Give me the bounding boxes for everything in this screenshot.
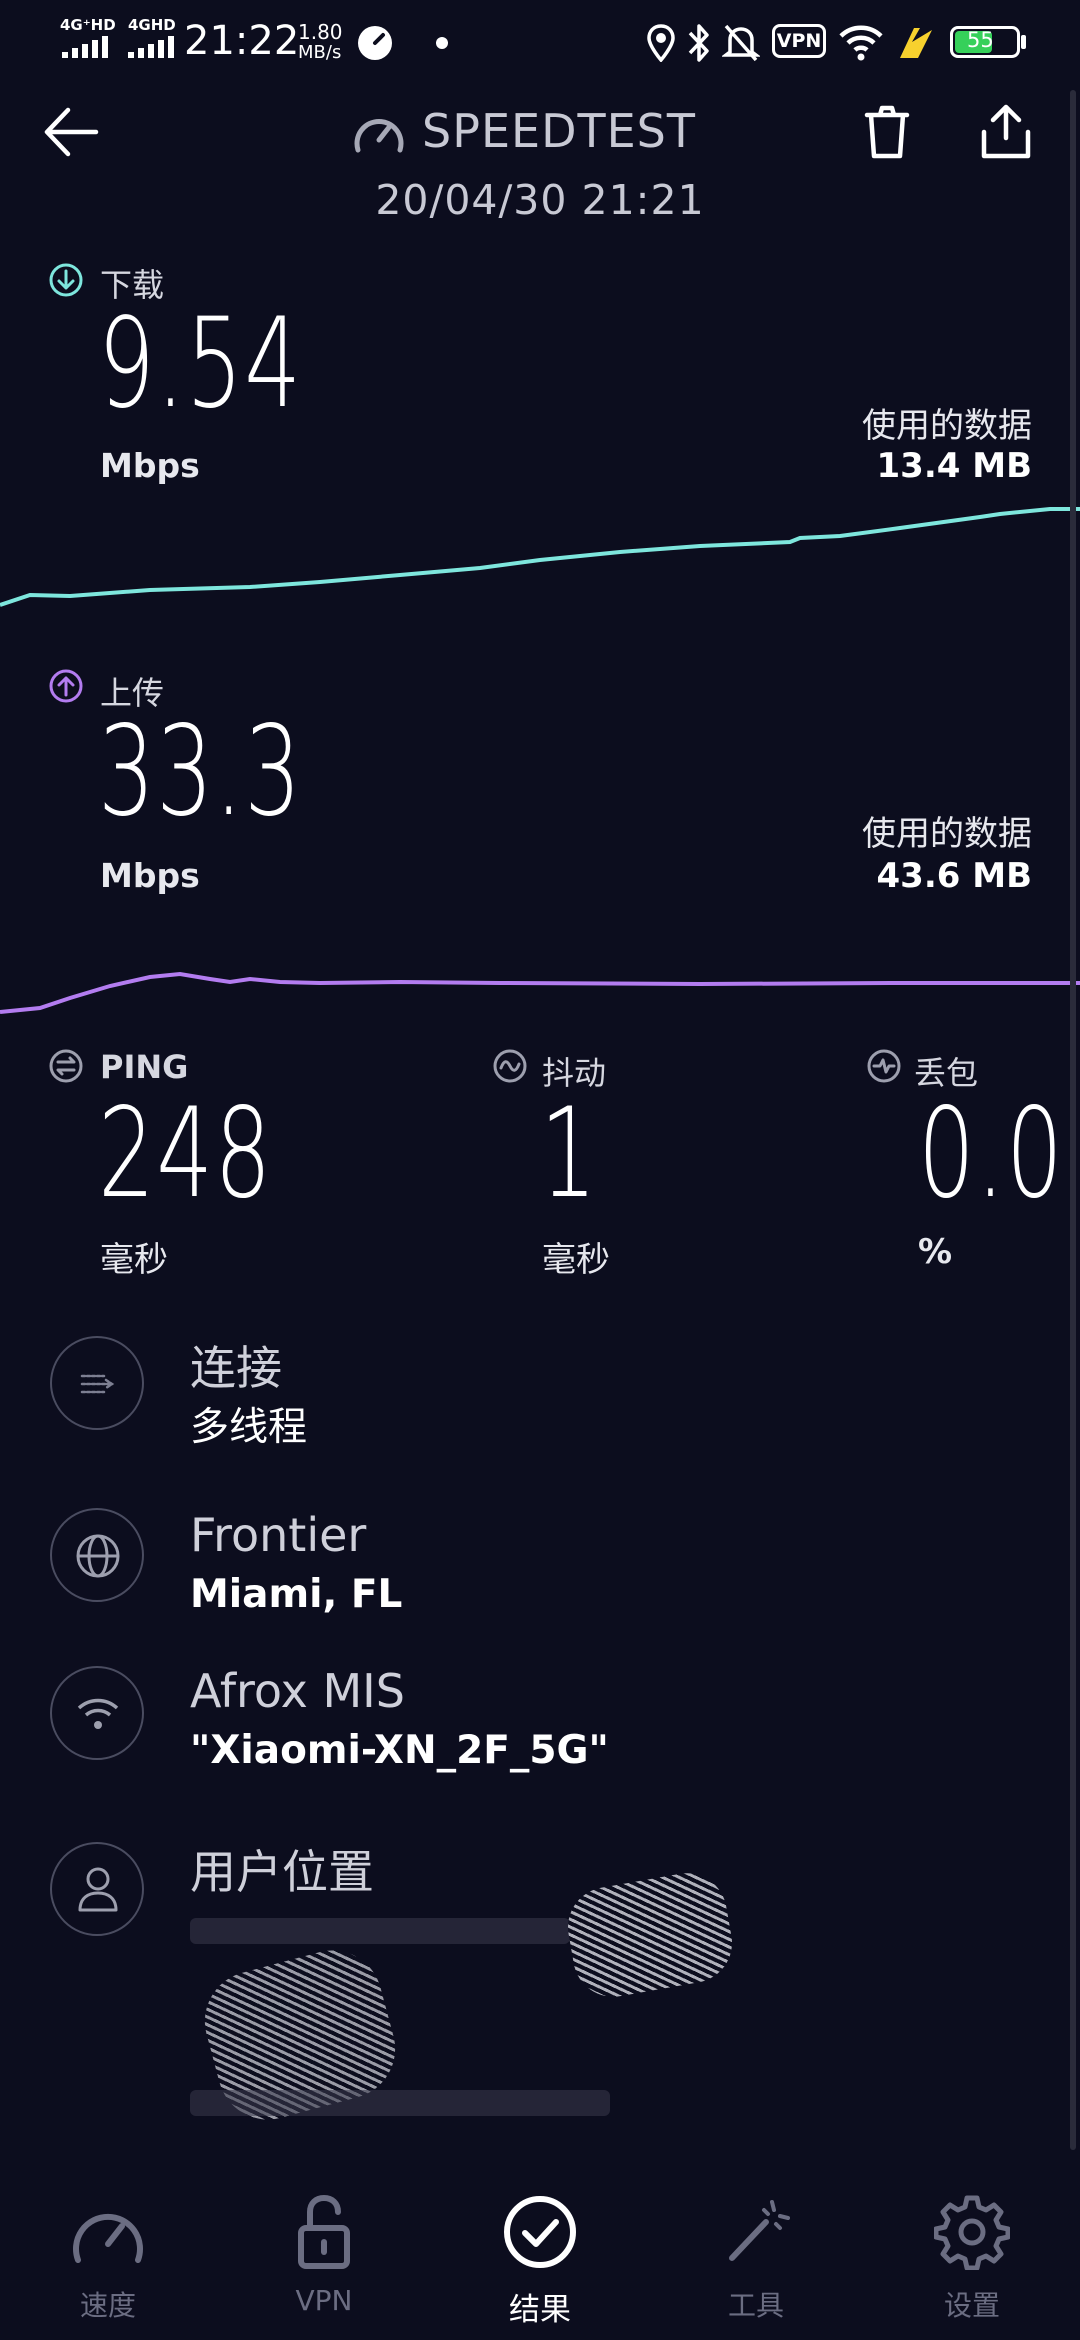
jitter-unit: 毫秒 xyxy=(542,1240,610,1280)
connection-icon-circle xyxy=(50,1336,144,1430)
lock-icon xyxy=(298,2194,350,2269)
net-speed-unit: MB/s xyxy=(298,42,342,63)
charging-icon xyxy=(900,28,932,58)
download-speed-graph xyxy=(0,507,1080,607)
connection-title: 连接 xyxy=(190,1341,282,1395)
vpn-badge-label: VPN xyxy=(776,30,822,52)
upload-used-value: 43.6 MB xyxy=(876,856,1032,896)
nav-label-settings: 设置 xyxy=(943,2289,1000,2322)
signal-indicator-1: 4G⁺HD xyxy=(60,16,116,34)
nav-item-results[interactable]: 结果 xyxy=(470,2190,610,2330)
vpn-badge: VPN xyxy=(772,24,826,58)
speedometer-icon xyxy=(73,2213,143,2263)
redacted-location-details xyxy=(190,1866,750,2140)
bluetooth-icon xyxy=(688,24,709,62)
redaction-scribble xyxy=(561,1866,739,2004)
download-value: 9.54 xyxy=(98,292,303,436)
upload-value: 33.3 xyxy=(98,700,303,844)
share-icon[interactable] xyxy=(980,104,1032,160)
server-icon-circle xyxy=(50,1508,144,1602)
user-location-icon-circle xyxy=(50,1842,144,1936)
nav-item-vpn[interactable]: VPN xyxy=(254,2190,394,2330)
server-location: Miami, FL xyxy=(190,1572,403,1617)
location-icon xyxy=(647,24,675,62)
nav-item-tools[interactable]: 工具 xyxy=(686,2190,826,2330)
nav-label-vpn: VPN xyxy=(295,2284,353,2317)
nav-label-results: 结果 xyxy=(509,2292,571,2328)
mute-bell-icon xyxy=(722,24,760,62)
upload-icon xyxy=(49,669,83,703)
jitter-value: 1 xyxy=(540,1082,599,1226)
battery-icon: 55 xyxy=(950,26,1020,58)
signal-indicator-2: 4GHD xyxy=(128,16,176,34)
wifi-icon xyxy=(77,1698,119,1729)
nav-label-speed: 速度 xyxy=(79,2289,136,2322)
dot-icon xyxy=(436,37,448,49)
download-icon xyxy=(49,263,83,297)
clock: 21:22 xyxy=(184,18,300,64)
jitter-icon xyxy=(493,1049,527,1083)
arrows-icon xyxy=(80,1374,115,1394)
nav-label-tools: 工具 xyxy=(727,2289,784,2322)
server-provider: Frontier xyxy=(190,1508,367,1562)
speedometer-icon xyxy=(354,118,404,153)
user-location-title: 用户位置 xyxy=(190,1845,374,1899)
redaction-line xyxy=(190,2090,610,2116)
scrollbar[interactable] xyxy=(1070,90,1076,2150)
upload-used-label: 使用的数据 xyxy=(862,814,1032,854)
nav-item-speed[interactable]: 速度 xyxy=(38,2190,178,2330)
upload-unit: Mbps xyxy=(100,856,200,895)
signal-bars-icon xyxy=(128,36,174,58)
packet-loss-value: 0.0 xyxy=(918,1082,1065,1226)
test-datetime: 20/04/30 21:21 xyxy=(375,176,705,224)
net-speed-value: 1.80 xyxy=(298,20,343,44)
ping-value: 248 xyxy=(98,1082,273,1226)
battery-tip xyxy=(1021,35,1026,49)
packet-loss-unit: % xyxy=(918,1232,953,1272)
nav-item-settings[interactable]: 设置 xyxy=(902,2190,1042,2330)
speedtest-app-icon xyxy=(358,26,392,60)
ping-label: PING xyxy=(100,1048,189,1086)
gear-icon xyxy=(934,2195,1010,2270)
connection-mode: 多线程 xyxy=(190,1405,308,1450)
ping-icon xyxy=(49,1049,83,1083)
globe-icon xyxy=(76,1534,120,1578)
status-bar: 4G⁺HD 4GHD 21:22 1.80 MB/s VPN 55 xyxy=(0,0,1080,86)
trash-icon[interactable] xyxy=(862,104,912,160)
battery-level: 55 xyxy=(967,28,994,52)
upload-speed-graph xyxy=(0,971,1080,1014)
download-used-label: 使用的数据 xyxy=(862,406,1032,446)
bottom-nav: 速度 VPN 结果 工具 设置 xyxy=(0,2170,1080,2340)
wand-icon xyxy=(729,2200,790,2261)
ping-unit: 毫秒 xyxy=(100,1240,168,1280)
check-circle-icon xyxy=(504,2196,576,2268)
packet-loss-icon xyxy=(867,1049,901,1083)
network-icon-circle xyxy=(50,1666,144,1760)
user-icon xyxy=(78,1867,118,1912)
network-isp: Afrox MIS xyxy=(190,1664,405,1718)
back-arrow-icon[interactable] xyxy=(44,106,100,158)
redaction-line xyxy=(190,1918,570,1944)
signal-bars-icon xyxy=(62,36,108,58)
page-title: SPEEDTEST xyxy=(422,104,696,158)
wifi-icon xyxy=(839,25,883,61)
network-ssid: "Xiaomi-XN_2F_5G" xyxy=(190,1728,609,1773)
